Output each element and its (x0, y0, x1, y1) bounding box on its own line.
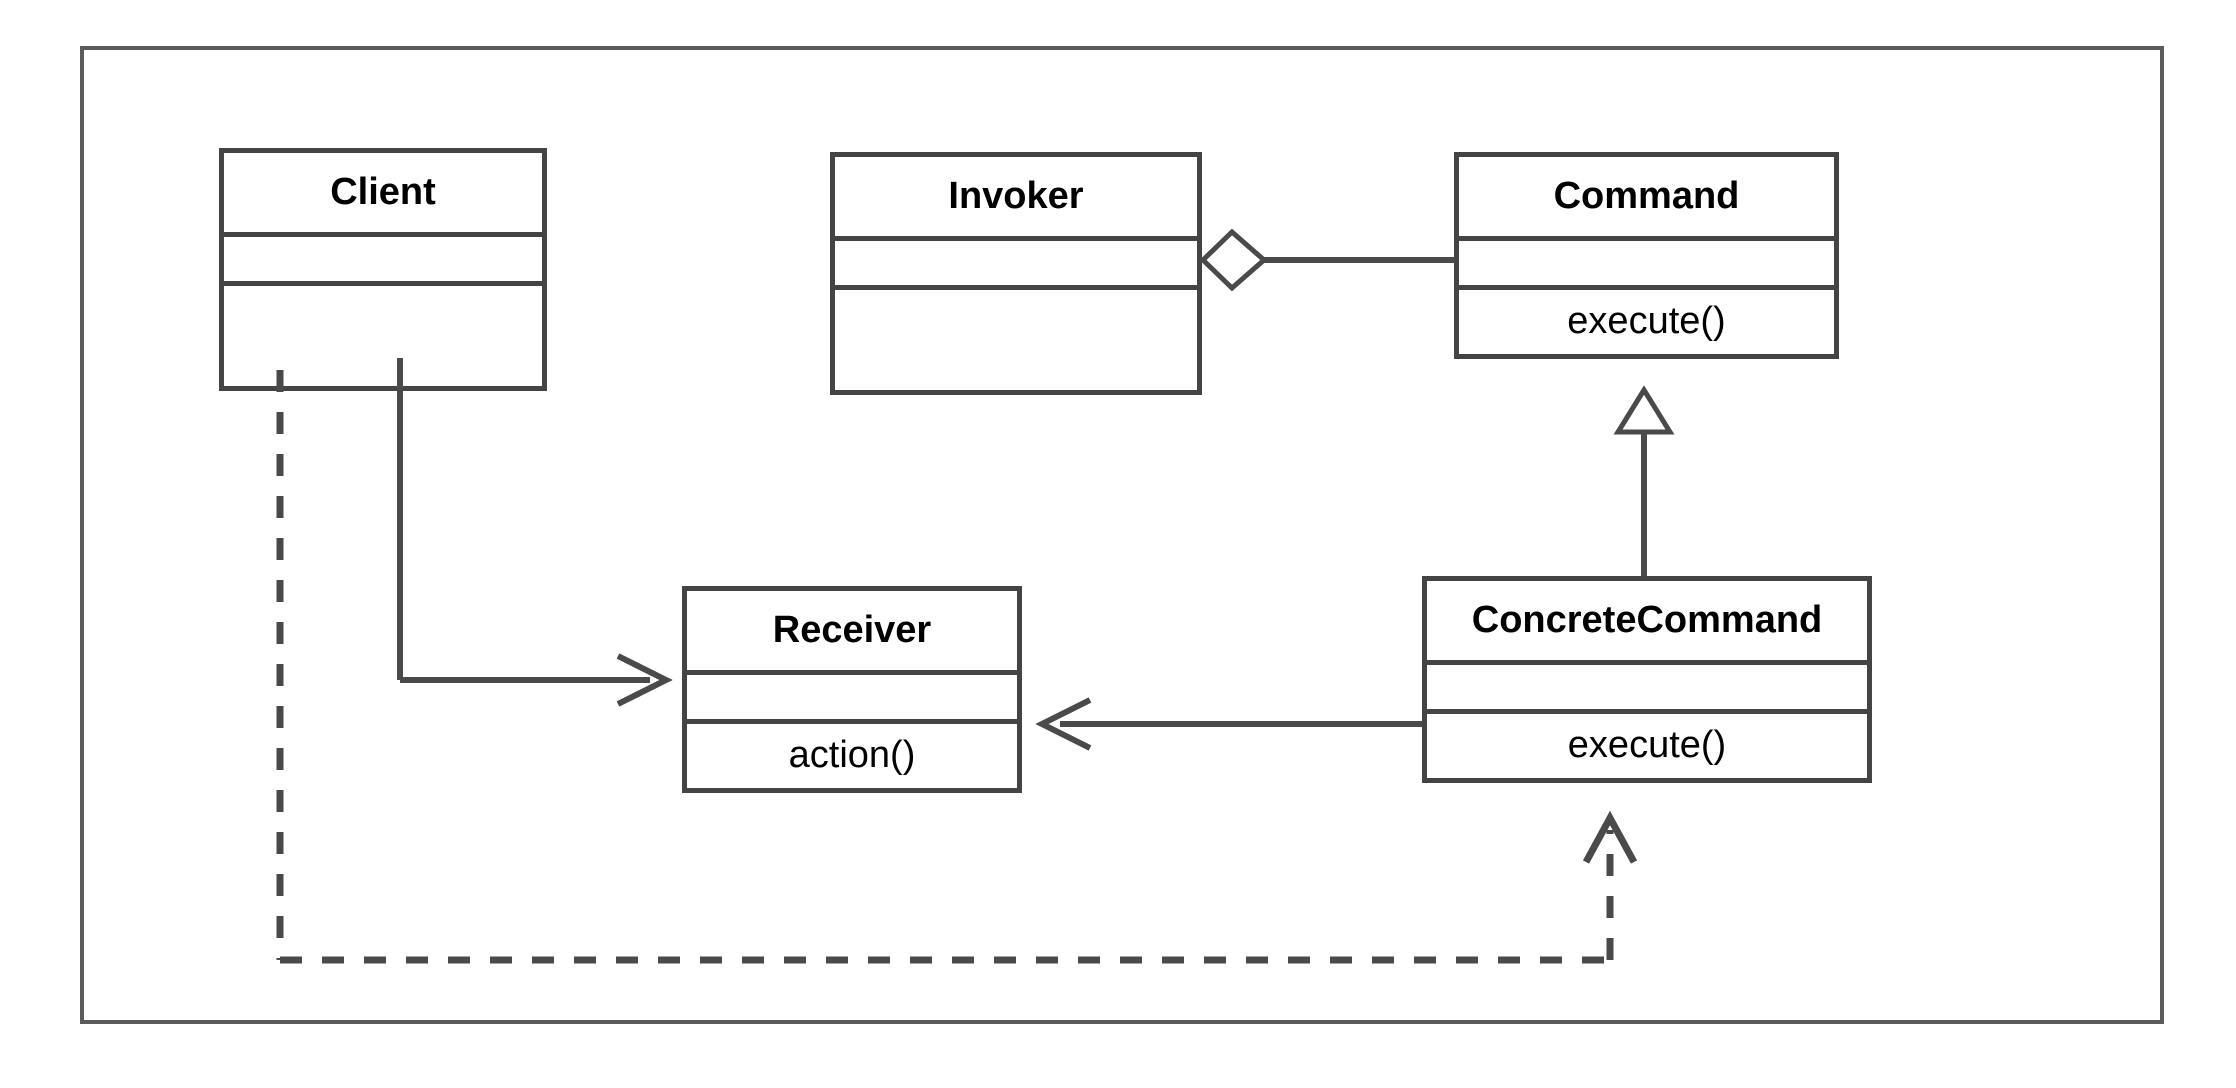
class-attrs-receiver (687, 675, 1017, 724)
class-ops-client (224, 286, 542, 386)
class-command: Command execute() (1454, 152, 1839, 359)
class-attrs-invoker (835, 241, 1197, 290)
class-attrs-concrete-command (1427, 665, 1867, 714)
class-name-command: Command (1459, 157, 1834, 241)
uml-diagram-container: Client Invoker Command execute() Receive… (0, 0, 2236, 1088)
class-name-client: Client (224, 153, 542, 237)
class-ops-command: execute() (1459, 290, 1834, 354)
class-concrete-command: ConcreteCommand execute() (1422, 576, 1872, 783)
class-invoker: Invoker (830, 152, 1202, 395)
class-name-concrete-command: ConcreteCommand (1427, 581, 1867, 665)
class-attrs-command (1459, 241, 1834, 290)
class-ops-concrete-command: execute() (1427, 714, 1867, 778)
class-ops-receiver: action() (687, 724, 1017, 788)
class-name-invoker: Invoker (835, 157, 1197, 241)
class-client: Client (219, 148, 547, 391)
class-attrs-client (224, 237, 542, 286)
class-name-receiver: Receiver (687, 591, 1017, 675)
class-ops-invoker (835, 290, 1197, 390)
class-receiver: Receiver action() (682, 586, 1022, 793)
